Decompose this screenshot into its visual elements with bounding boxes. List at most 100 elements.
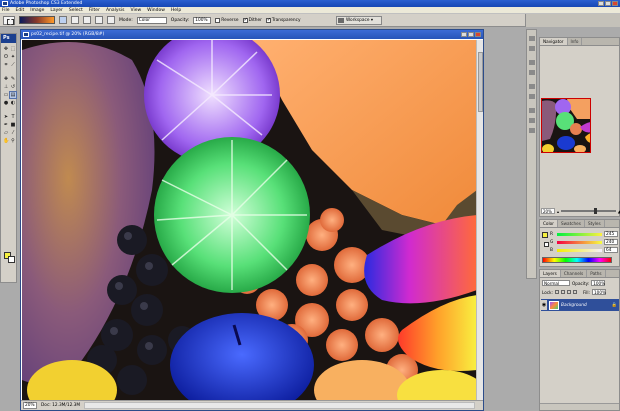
- clone-stamp-tool-icon[interactable]: ⊥: [3, 84, 9, 90]
- vertical-scrollbar[interactable]: [476, 40, 483, 401]
- tab-channels[interactable]: Channels: [561, 270, 588, 277]
- channel-r-slider[interactable]: [557, 232, 602, 236]
- clone-source-panel-icon[interactable]: [529, 70, 535, 75]
- menu-image[interactable]: Image: [30, 8, 44, 13]
- move-tool-icon[interactable]: ✥: [3, 46, 9, 52]
- menu-file[interactable]: File: [2, 8, 10, 13]
- healing-brush-tool-icon[interactable]: ✚: [3, 76, 9, 82]
- animation-panel-icon[interactable]: [529, 128, 535, 133]
- workspace-button[interactable]: Workspace ▾: [336, 16, 382, 25]
- close-button[interactable]: [612, 1, 618, 6]
- history-panel-icon[interactable]: [529, 36, 535, 41]
- tab-layers[interactable]: Layers: [540, 270, 561, 277]
- channel-r-value[interactable]: 245: [604, 231, 618, 237]
- crop-tool-icon[interactable]: ⌗: [3, 62, 9, 68]
- horizontal-scrollbar[interactable]: [84, 402, 475, 409]
- channel-g-slider[interactable]: [557, 240, 602, 244]
- menu-filter[interactable]: Filter: [89, 8, 100, 13]
- tab-navigator[interactable]: Navigator: [540, 38, 568, 45]
- maximize-button[interactable]: [605, 1, 611, 6]
- layer-row-background[interactable]: ◉ Background 🔒: [541, 299, 619, 311]
- transparency-option[interactable]: Transparency: [265, 17, 301, 23]
- gradient-picker[interactable]: [19, 16, 55, 24]
- actions-panel-icon[interactable]: [529, 46, 535, 51]
- minimize-button[interactable]: [598, 1, 604, 6]
- tab-color[interactable]: Color: [540, 220, 558, 227]
- marquee-tool-icon[interactable]: ⬚: [10, 46, 16, 52]
- tab-swatches[interactable]: Swatches: [558, 220, 585, 227]
- hand-tool-icon[interactable]: ✋: [3, 138, 9, 144]
- eraser-tool-icon[interactable]: ▭: [3, 92, 9, 98]
- channel-b-value[interactable]: 64: [604, 247, 618, 253]
- channel-b-slider[interactable]: [557, 248, 602, 252]
- layer-opacity-field[interactable]: 100%: [591, 280, 606, 286]
- magic-wand-tool-icon[interactable]: ✦: [10, 54, 16, 60]
- lasso-tool-icon[interactable]: ʘ: [3, 54, 9, 60]
- menu-analysis[interactable]: Analysis: [106, 8, 125, 13]
- tool-preset-picker[interactable]: [3, 15, 15, 25]
- menu-view[interactable]: View: [130, 8, 141, 13]
- color-panel-fg-swatch[interactable]: [542, 232, 548, 238]
- lock-image-icon[interactable]: [560, 290, 565, 294]
- pen-tool-icon[interactable]: ✒: [3, 122, 9, 128]
- layer-visibility-eye-icon[interactable]: ◉: [541, 300, 547, 310]
- angle-gradient-icon[interactable]: [83, 16, 91, 24]
- zoom-level-field[interactable]: 20%: [23, 402, 37, 409]
- slice-tool-icon[interactable]: ⟋: [10, 62, 16, 68]
- navigator-preview[interactable]: [541, 98, 591, 153]
- mode-select[interactable]: Color: [136, 16, 167, 24]
- blur-tool-icon[interactable]: ●: [3, 100, 9, 106]
- tool-presets-panel-icon[interactable]: [529, 108, 535, 113]
- layer-comps-panel-icon[interactable]: [529, 118, 535, 123]
- doc-close-button[interactable]: [475, 32, 481, 37]
- document-canvas[interactable]: [22, 40, 477, 401]
- radial-gradient-icon[interactable]: [71, 16, 79, 24]
- background-color-swatch[interactable]: [8, 256, 15, 263]
- layer-name[interactable]: Background: [561, 303, 587, 308]
- brush-tool-icon[interactable]: ✎: [10, 76, 16, 82]
- gradient-tool-icon[interactable]: ▤: [9, 91, 17, 99]
- history-brush-tool-icon[interactable]: ↺: [10, 84, 16, 90]
- shape-tool-icon[interactable]: ■: [10, 122, 16, 128]
- color-panel-bg-swatch[interactable]: [544, 242, 549, 247]
- reverse-option[interactable]: Reverse: [215, 17, 239, 23]
- character-panel-icon[interactable]: [529, 84, 535, 89]
- lock-position-icon[interactable]: [566, 290, 571, 294]
- blend-mode-select[interactable]: Normal: [542, 280, 570, 286]
- type-tool-icon[interactable]: T: [10, 114, 16, 120]
- doc-minimize-button[interactable]: [461, 32, 467, 37]
- dither-checkbox[interactable]: [242, 17, 248, 23]
- menu-edit[interactable]: Edit: [16, 8, 25, 13]
- document-size-status[interactable]: Doc: 12.3M/12.3M: [41, 403, 80, 408]
- notes-tool-icon[interactable]: ▱: [3, 130, 9, 136]
- menu-select[interactable]: Select: [69, 8, 83, 13]
- brushes-panel-icon[interactable]: [529, 60, 535, 65]
- color-spectrum-ramp[interactable]: [542, 257, 612, 263]
- opacity-field[interactable]: 100%: [193, 16, 212, 24]
- zoom-tool-icon[interactable]: ⚲: [10, 138, 16, 144]
- transparency-checkbox[interactable]: [265, 17, 271, 23]
- dither-option[interactable]: Dither: [242, 17, 262, 23]
- navigator-zoom-slider[interactable]: [561, 208, 616, 214]
- reverse-checkbox[interactable]: [215, 17, 221, 23]
- zoom-out-icon[interactable]: ▴: [557, 209, 559, 214]
- lock-all-icon[interactable]: [572, 290, 577, 294]
- diamond-gradient-icon[interactable]: [107, 16, 115, 24]
- tab-paths[interactable]: Paths: [587, 270, 606, 277]
- doc-maximize-button[interactable]: [468, 32, 474, 37]
- dodge-tool-icon[interactable]: ◐: [10, 100, 16, 106]
- menu-layer[interactable]: Layer: [50, 8, 63, 13]
- paragraph-panel-icon[interactable]: [529, 94, 535, 99]
- lock-transparent-icon[interactable]: [554, 290, 559, 294]
- menu-window[interactable]: Window: [147, 8, 165, 13]
- linear-gradient-icon[interactable]: [59, 16, 67, 24]
- path-selection-tool-icon[interactable]: ➤: [3, 114, 9, 120]
- vertical-scroll-thumb[interactable]: [478, 52, 483, 112]
- reflected-gradient-icon[interactable]: [95, 16, 103, 24]
- channel-g-value[interactable]: 240: [604, 239, 618, 245]
- menu-help[interactable]: Help: [171, 8, 181, 13]
- tab-styles[interactable]: Styles: [585, 220, 605, 227]
- navigator-zoom-field[interactable]: 20%: [541, 208, 555, 214]
- eyedropper-tool-icon[interactable]: ⁄: [10, 130, 16, 136]
- tab-info[interactable]: Info: [568, 38, 583, 45]
